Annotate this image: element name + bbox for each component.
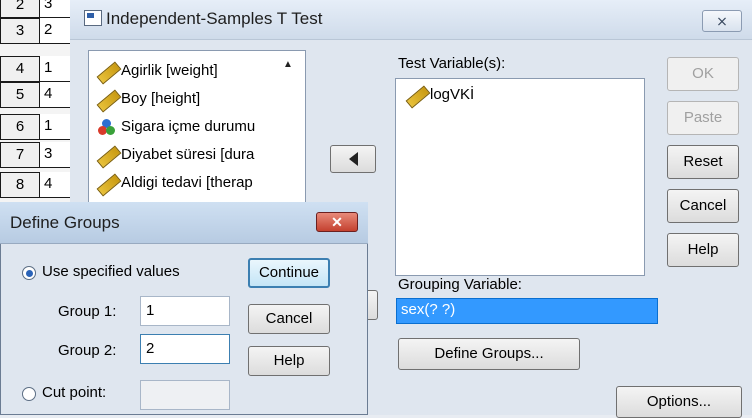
cell[interactable]: 1 — [40, 56, 70, 82]
row-number: 3 — [0, 18, 40, 44]
row-number: 2 — [0, 0, 40, 18]
variable-label: Aldigi tedavi [therap — [121, 174, 253, 191]
dialog-title: Independent-Samples T Test — [106, 9, 323, 28]
dg-cancel-button[interactable]: Cancel — [248, 304, 330, 334]
list-item[interactable]: Agirlik [weight] — [96, 59, 218, 85]
cell[interactable]: 3 — [40, 0, 70, 18]
app-icon — [84, 10, 102, 26]
define-groups-close-button[interactable]: ✕ — [316, 212, 358, 232]
row-number: 8 — [0, 172, 40, 198]
reset-button[interactable]: Reset — [667, 145, 739, 179]
ruler-icon — [405, 85, 431, 109]
group2-input[interactable]: 2 — [140, 334, 230, 364]
variable-list[interactable]: Agirlik [weight] Boy [height] Sigara içme … — [88, 50, 306, 210]
group1-label: Group 1: — [58, 303, 117, 320]
nominal-icon — [97, 118, 117, 136]
cut-point-input[interactable] — [140, 380, 230, 410]
list-item[interactable]: Aldigi tedavi [therap — [96, 171, 253, 197]
ok-button[interactable]: OK — [667, 57, 739, 91]
cell[interactable]: 3 — [40, 142, 70, 168]
paste-button[interactable]: Paste — [667, 101, 739, 135]
row-number: 6 — [0, 114, 40, 140]
variable-label: Agirlik [weight] — [121, 62, 218, 79]
list-item[interactable]: Boy [height] — [96, 87, 201, 113]
close-button[interactable]: ⨯ — [702, 10, 742, 32]
variable-label: Sigara içme durumu — [121, 118, 256, 135]
cell[interactable]: 4 — [40, 82, 70, 108]
use-specified-label: Use specified values — [42, 263, 180, 280]
grouping-variable-label: Grouping Variable: — [398, 276, 522, 293]
cell[interactable]: 1 — [40, 114, 70, 140]
arrow-left-icon — [348, 152, 358, 167]
help-button[interactable]: Help — [667, 233, 739, 267]
cell[interactable]: 2 — [40, 18, 70, 44]
row-number: 4 — [0, 56, 40, 82]
options-button[interactable]: Options... — [616, 386, 742, 418]
ruler-icon — [96, 61, 122, 85]
variable-label: Diyabet süresi [dura — [121, 146, 255, 163]
cut-point-radio[interactable] — [22, 387, 36, 401]
grouping-variable-field[interactable]: sex(? ?) — [396, 298, 658, 324]
row-number: 5 — [0, 82, 40, 108]
test-variables-label: Test Variable(s): — [398, 55, 506, 72]
define-groups-title: Define Groups — [10, 213, 120, 232]
cell[interactable]: 4 — [40, 172, 70, 198]
dg-help-button[interactable]: Help — [248, 346, 330, 376]
test-variables-list[interactable]: logVKİ — [395, 78, 645, 276]
ruler-icon — [96, 89, 122, 113]
ruler-icon — [96, 145, 122, 169]
cut-point-label: Cut point: — [42, 384, 107, 401]
move-variable-button[interactable] — [330, 145, 376, 173]
ruler-icon — [96, 173, 122, 197]
use-specified-radio[interactable] — [22, 266, 36, 280]
define-groups-button[interactable]: Define Groups... — [398, 338, 580, 370]
cancel-button[interactable]: Cancel — [667, 189, 739, 223]
scroll-up-arrow-icon[interactable]: ▲ — [283, 59, 293, 70]
continue-button[interactable]: Continue — [248, 258, 330, 288]
list-item[interactable]: Diyabet süresi [dura — [96, 143, 255, 169]
group2-label: Group 2: — [58, 342, 117, 359]
group1-input[interactable]: 1 — [140, 296, 230, 326]
list-item[interactable]: logVKİ — [405, 83, 474, 109]
variable-label: Boy [height] — [121, 90, 201, 107]
list-item[interactable]: Sigara içme durumu — [97, 115, 255, 139]
row-number: 7 — [0, 142, 40, 168]
